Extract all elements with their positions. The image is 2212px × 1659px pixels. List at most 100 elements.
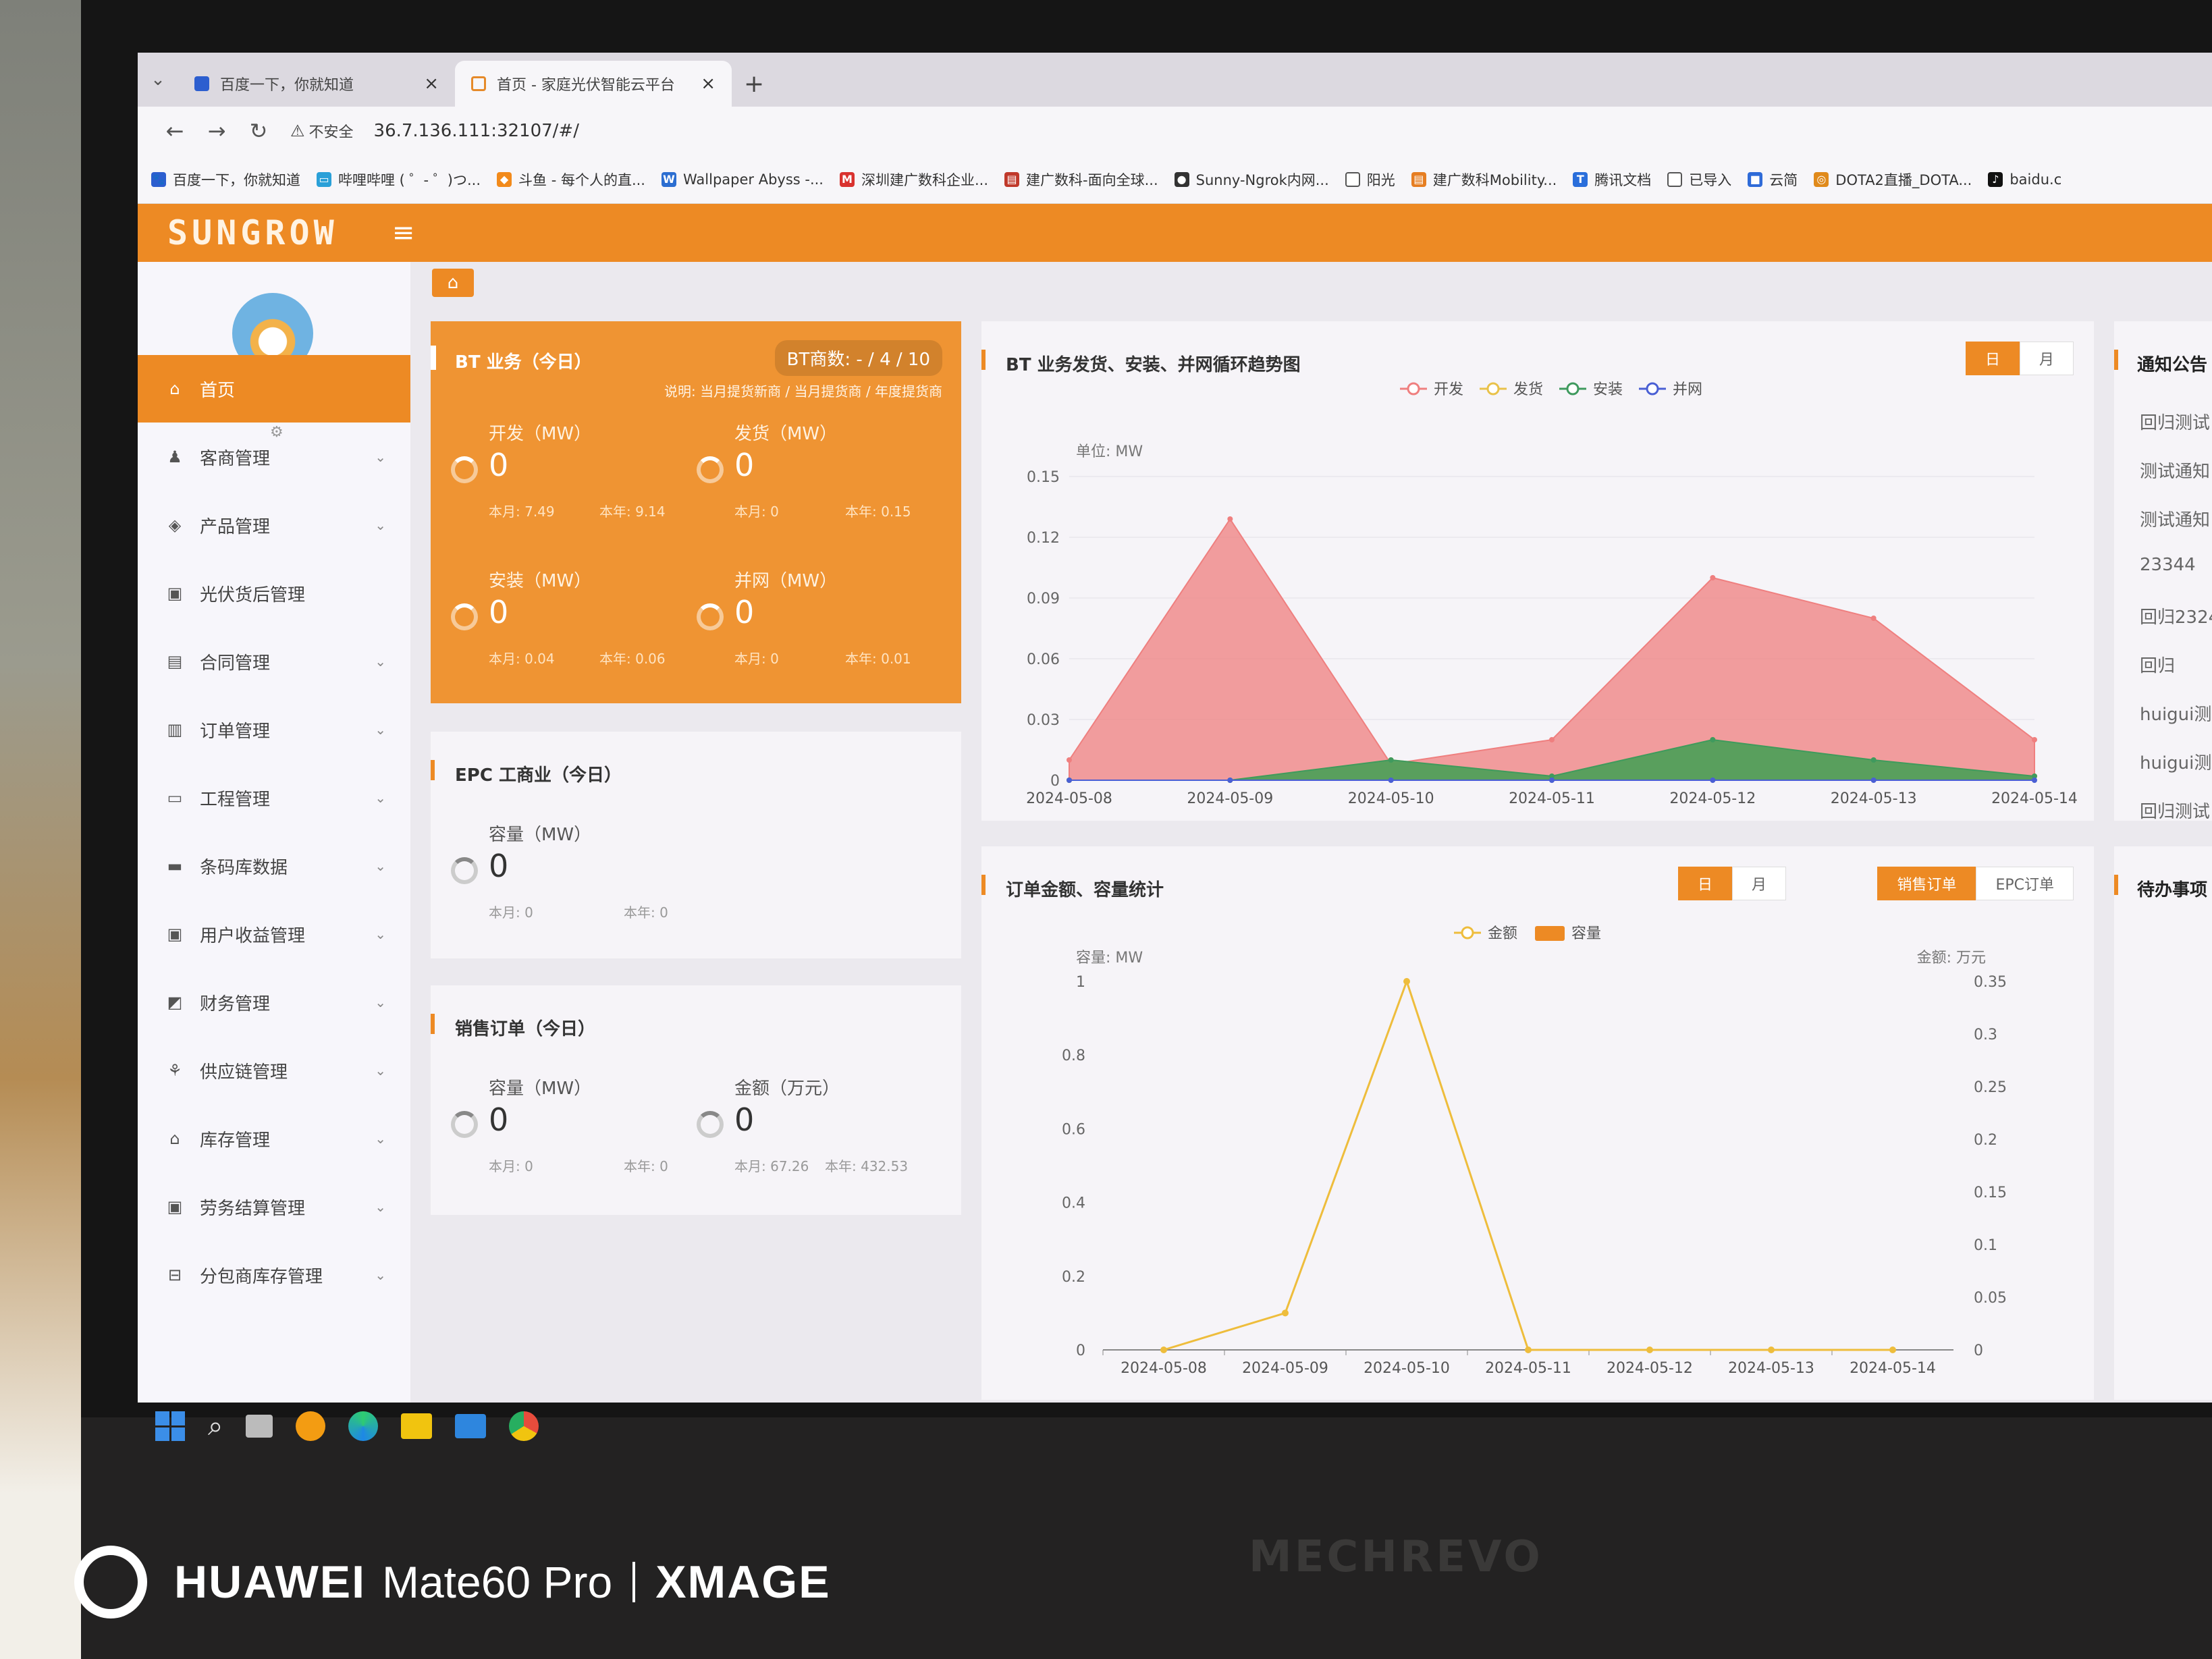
cube-icon: ◈ (168, 516, 182, 535)
sidebar-item[interactable]: ▣ 用户收益管理 ⌄ (138, 900, 410, 968)
data-point (1549, 737, 1555, 742)
data-point (1282, 1309, 1289, 1317)
tab-search-chevron-icon[interactable]: ⌄ (138, 53, 178, 107)
sidebar-item[interactable]: ▤ 合同管理 ⌄ (138, 628, 410, 695)
y-right-tick-label: 0.15 (1974, 1185, 2007, 1201)
y-right-tick-label: 0.05 (1974, 1290, 2007, 1307)
users-icon: ♟ (167, 447, 182, 466)
card-accent (2114, 875, 2118, 895)
sidebar-item[interactable]: ◩ 财务管理 ⌄ (138, 969, 410, 1036)
y-tick-label: 0.15 (1027, 469, 1060, 486)
notice-item[interactable]: 回归测试 (2140, 409, 2210, 434)
back-arrow-icon[interactable]: ← (154, 118, 196, 144)
y-tick-label: 0.12 (1027, 530, 1060, 547)
sidebar-item-label: 光伏货后管理 (200, 584, 306, 605)
card-title: BT 业务（今日） (455, 352, 592, 373)
sidebar-item-label: 客商管理 (200, 448, 271, 469)
metric-label: 并网（MW） (734, 571, 838, 591)
browser-tab-baidu[interactable]: 百度一下，你就知道 × (178, 61, 455, 107)
laptop-brand-logo: MECHREVO (1249, 1532, 1543, 1582)
bookmark-item[interactable]: M 深圳建广数科企业... (840, 169, 988, 190)
hamburger-menu-icon[interactable]: ≡ (392, 217, 415, 248)
sheet-icon: ▣ (167, 584, 183, 603)
windows-start-icon[interactable] (155, 1411, 185, 1441)
mail-icon[interactable] (455, 1414, 487, 1438)
page-icon (471, 76, 486, 91)
bookmark-item[interactable]: ♪ baidu.c (1988, 171, 2061, 188)
app-icon[interactable] (296, 1411, 326, 1441)
doc-icon: ▤ (1411, 171, 1426, 187)
notice-item[interactable]: 回归2324 (2140, 603, 2212, 628)
sidebar-item[interactable]: ▭ 工程管理 ⌄ (138, 764, 410, 832)
bookmark-item[interactable]: ▤ 建广数科-面向全球... (1004, 169, 1158, 190)
sidebar-item[interactable]: ▬ 条码库数据 ⌄ (138, 832, 410, 900)
forward-arrow-icon[interactable]: → (196, 118, 238, 144)
sungrow-logo: SUNGROW (167, 213, 338, 252)
data-point (1870, 757, 1877, 763)
bookmark-item[interactable]: ◆ 斗鱼 - 每个人的直... (497, 169, 645, 190)
search-icon[interactable]: ⌕ (208, 1411, 223, 1442)
sidebar-item[interactable]: ▥ 订单管理 ⌄ (138, 696, 410, 763)
bookmark-item[interactable]: ▤ 建广数科Mobility... (1411, 169, 1557, 190)
sidebar-item[interactable]: ⌂ 首页 (138, 355, 410, 423)
sidebar-item[interactable]: ⌂ 库存管理 ⌄ (138, 1105, 410, 1172)
bookmark-label: baidu.c (2009, 171, 2062, 188)
home-icon: ⌂ (169, 379, 180, 398)
bookmark-folder[interactable]: 已导入 (1667, 169, 1731, 190)
sidebar-item[interactable]: ⊟ 分包商库存管理 ⌄ (138, 1241, 410, 1309)
bookmark-item[interactable]: ● Sunny-Ngrok内网... (1174, 169, 1329, 190)
chrome-icon[interactable] (509, 1411, 539, 1441)
bt-note: 说明: 当月提货新商 / 当月提货商 / 年度提货商 (664, 383, 942, 400)
task-view-icon[interactable] (246, 1415, 273, 1438)
security-label: 不安全 (308, 124, 354, 141)
metric-label: 开发（MW） (489, 424, 592, 444)
new-tab-plus-icon[interactable]: + (744, 61, 764, 107)
y-left-tick-label: 0.6 (1062, 1121, 1085, 1138)
metric-label: 容量（MW） (489, 1079, 592, 1099)
metric-label: 安装（MW） (489, 571, 592, 591)
bookmark-item[interactable]: ▭ 哔哩哔哩 ( ゜- ゜)つ... (317, 169, 481, 190)
metric-month: 本月: 0.04 (489, 651, 555, 667)
folder-icon[interactable] (401, 1413, 433, 1439)
metric-capacity: 容量（MW） 0 本月: 0 本年: 0 (451, 821, 694, 921)
security-indicator[interactable]: ⚠ 不安全 (290, 120, 354, 142)
bookmark-item[interactable]: ■ 云简 (1748, 169, 1798, 190)
bookmark-item[interactable]: 🐾 百度一下，你就知道 (151, 169, 300, 190)
notice-item[interactable]: 回归测试 (2140, 798, 2210, 823)
bookmark-item[interactable]: W Wallpaper Abyss -... (661, 171, 824, 188)
data-point (1525, 1347, 1532, 1353)
y-tick-label: 0 (1050, 773, 1060, 790)
bookmark-folder[interactable]: 阳光 (1345, 169, 1395, 190)
bookmark-item[interactable]: T 腾讯文档 (1573, 169, 1651, 190)
close-icon[interactable]: × (701, 74, 716, 94)
notice-item[interactable]: huigui测 (2140, 701, 2211, 726)
sidebar-item[interactable]: ▣ 劳务结算管理 ⌄ (138, 1173, 410, 1241)
url-field[interactable]: ⚠ 不安全 36.7.136.111:32107/#/ (290, 120, 579, 142)
watermark-xmage: XMAGE (655, 1556, 831, 1608)
notice-item[interactable]: 测试通知 (2140, 506, 2210, 531)
contract-icon: ▤ (167, 652, 183, 671)
watermark-brand: HUAWEI (174, 1556, 366, 1608)
sidebar-item[interactable]: ⚘ 供应链管理 ⌄ (138, 1037, 410, 1104)
camera-ring-icon (74, 1546, 147, 1619)
x-tick-label: 2024-05-14 (1850, 1360, 1936, 1377)
reload-icon[interactable]: ↻ (238, 118, 279, 144)
labor-icon: ▣ (167, 1197, 183, 1216)
notice-item[interactable]: 测试通知 (2140, 458, 2210, 483)
sidebar-item[interactable]: ▣ 光伏货后管理 (138, 560, 410, 627)
data-point (2032, 778, 2037, 783)
bookmark-item[interactable]: ◎ DOTA2直播_DOTA... (1814, 169, 1972, 190)
bookmark-label: Sunny-Ngrok内网... (1195, 171, 1329, 188)
close-icon[interactable]: × (424, 74, 439, 94)
y-tick-label: 0.06 (1027, 651, 1060, 668)
home-icon[interactable]: ⌂ (432, 269, 474, 297)
data-point (1067, 778, 1072, 783)
notice-item[interactable]: 23344 (2140, 555, 2196, 575)
sidebar-item[interactable]: ◈ 产品管理 ⌄ (138, 491, 410, 559)
browser-tab-home[interactable]: 首页 - 家庭光伏智能云平台 × (455, 61, 732, 107)
edge-icon[interactable] (348, 1411, 379, 1441)
notice-item[interactable]: 回归 (2140, 652, 2175, 677)
sidebar-item-label: 首页 (200, 380, 236, 401)
sidebar-item[interactable]: ♟ 客商管理 ⌄ (138, 423, 410, 491)
notice-item[interactable]: huigui测 (2140, 749, 2211, 774)
